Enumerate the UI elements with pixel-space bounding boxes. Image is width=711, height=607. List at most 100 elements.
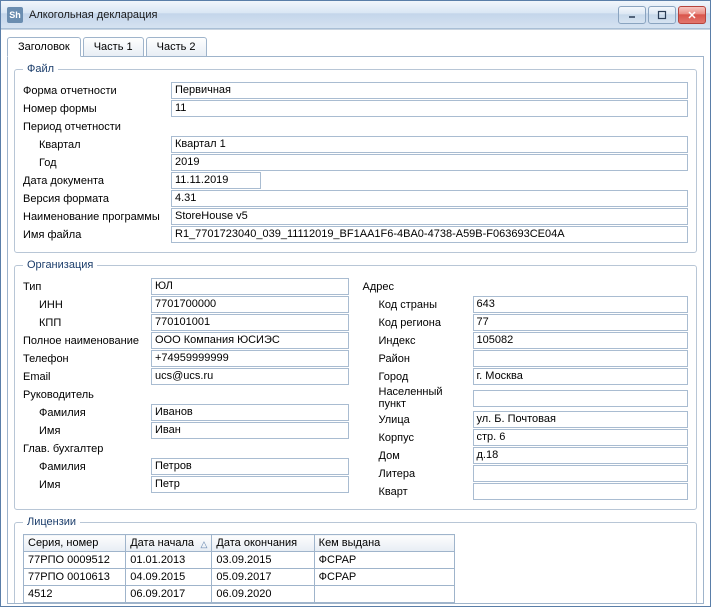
app-icon: Sh — [7, 7, 23, 23]
field-country[interactable]: 643 — [473, 296, 689, 313]
field-inn[interactable]: 7701700000 — [151, 296, 349, 313]
label-accountant: Глав. бухгалтер — [23, 443, 151, 455]
cell-issuer — [314, 586, 454, 603]
tab-panel-header: Файл Форма отчетности Первичная Номер фо… — [7, 56, 704, 604]
cell-start: 01.01.2013 — [126, 552, 212, 569]
table-row[interactable]: 77РПО 0010613 04.09.2015 05.09.2017 ФСРА… — [24, 569, 455, 586]
maximize-button[interactable] — [648, 6, 676, 24]
field-acc-fam[interactable]: Петров — [151, 458, 349, 475]
tab-part2[interactable]: Часть 2 — [146, 37, 207, 57]
col-end[interactable]: Дата окончания — [212, 535, 314, 552]
col-series[interactable]: Серия, номер — [24, 535, 126, 552]
file-group-legend: Файл — [23, 63, 58, 75]
app-window: Sh Алкогольная декларация Заголовок Част… — [0, 0, 711, 607]
label-doc-date: Дата документа — [23, 175, 171, 187]
cell-series: 77РПО 0009512 — [24, 552, 126, 569]
col-start[interactable]: Дата начала △ — [126, 535, 212, 552]
field-file-name[interactable]: R1_7701723040_039_11112019_BF1AA1F6-4BA0… — [171, 226, 688, 243]
cell-end: 06.09.2020 — [212, 586, 314, 603]
sort-asc-icon: △ — [201, 539, 208, 550]
field-type[interactable]: ЮЛ — [151, 278, 349, 295]
label-city: Город — [363, 371, 473, 383]
field-locality[interactable] — [473, 390, 689, 407]
col-issuer[interactable]: Кем выдана — [314, 535, 454, 552]
field-quarter[interactable]: Квартал 1 — [171, 136, 688, 153]
table-header-row: Серия, номер Дата начала △ Дата окончания… — [24, 535, 455, 552]
window-title: Алкогольная декларация — [29, 9, 618, 21]
table-row[interactable]: 77РПО 0009512 01.01.2013 03.09.2015 ФСРА… — [24, 552, 455, 569]
cell-end: 03.09.2015 — [212, 552, 314, 569]
client-area: Заголовок Часть 1 Часть 2 Файл Форма отч… — [1, 29, 710, 606]
label-period: Период отчетности — [23, 121, 171, 133]
cell-issuer: ФСРАР — [314, 552, 454, 569]
licenses-table: Серия, номер Дата начала △ Дата окончания… — [23, 534, 455, 603]
field-full-name[interactable]: ООО Компания ЮСИЭС — [151, 332, 349, 349]
cell-start: 04.09.2015 — [126, 569, 212, 586]
label-district: Район — [363, 353, 473, 365]
field-year[interactable]: 2019 — [171, 154, 688, 171]
label-file-name: Имя файла — [23, 229, 171, 241]
label-index: Индекс — [363, 335, 473, 347]
label-street: Улица — [363, 414, 473, 426]
label-quarter: Квартал — [23, 139, 171, 151]
label-region: Код региона — [363, 317, 473, 329]
label-kvart: Кварт — [363, 486, 473, 498]
cell-series: 4512 — [24, 586, 126, 603]
field-acc-name[interactable]: Петр — [151, 476, 349, 493]
label-format-ver: Версия формата — [23, 193, 171, 205]
cell-start: 06.09.2017 — [126, 586, 212, 603]
lic-group: Лицензии Серия, номер Дата начала△ Дата … — [14, 516, 697, 604]
field-region[interactable]: 77 — [473, 314, 689, 331]
label-head: Руководитель — [23, 389, 151, 401]
file-group: Файл Форма отчетности Первичная Номер фо… — [14, 63, 697, 253]
window-buttons — [618, 6, 706, 24]
field-program-name[interactable]: StoreHouse v5 — [171, 208, 688, 225]
label-house: Дом — [363, 450, 473, 462]
minimize-button[interactable] — [618, 6, 646, 24]
field-house[interactable]: д.18 — [473, 447, 689, 464]
cell-series: 77РПО 0010613 — [24, 569, 126, 586]
field-email[interactable]: ucs@ucs.ru — [151, 368, 349, 385]
table-row[interactable]: 4512 06.09.2017 06.09.2020 — [24, 586, 455, 603]
cell-issuer: ФСРАР — [314, 569, 454, 586]
field-head-name[interactable]: Иван — [151, 422, 349, 439]
tab-header[interactable]: Заголовок — [7, 37, 81, 57]
label-inn: ИНН — [23, 299, 151, 311]
tab-part1[interactable]: Часть 1 — [83, 37, 144, 57]
label-form-number: Номер формы — [23, 103, 171, 115]
field-head-fam[interactable]: Иванов — [151, 404, 349, 421]
label-program-name: Наименование программы — [23, 211, 171, 223]
org-right-column: Адрес Код страны643 Код региона77 Индекс… — [363, 277, 689, 501]
org-group-legend: Организация — [23, 259, 97, 271]
field-form-number[interactable]: 11 — [171, 100, 688, 117]
field-litera[interactable] — [473, 465, 689, 482]
field-phone[interactable]: +74959999999 — [151, 350, 349, 367]
label-litera: Литера — [363, 468, 473, 480]
label-full-name: Полное наименование — [23, 335, 151, 347]
cell-end: 05.09.2017 — [212, 569, 314, 586]
label-phone: Телефон — [23, 353, 151, 365]
label-acc-fam: Фамилия — [23, 461, 151, 473]
label-head-name: Имя — [23, 425, 151, 437]
field-doc-date[interactable]: 11.11.2019 — [171, 172, 261, 189]
titlebar: Sh Алкогольная декларация — [1, 1, 710, 29]
label-year: Год — [23, 157, 171, 169]
label-report-form: Форма отчетности — [23, 85, 171, 97]
field-report-form[interactable]: Первичная — [171, 82, 688, 99]
org-left-column: ТипЮЛ ИНН7701700000 КПП770101001 Полное … — [23, 277, 349, 501]
label-locality: Населенный пункт — [363, 386, 473, 410]
field-format-ver[interactable]: 4.31 — [171, 190, 688, 207]
label-country: Код страны — [363, 299, 473, 311]
label-address: Адрес — [363, 281, 473, 293]
label-kpp: КПП — [23, 317, 151, 329]
field-district[interactable] — [473, 350, 689, 367]
field-city[interactable]: г. Москва — [473, 368, 689, 385]
field-kpp[interactable]: 770101001 — [151, 314, 349, 331]
field-korpus[interactable]: стр. 6 — [473, 429, 689, 446]
field-kvart[interactable] — [473, 483, 689, 500]
col-start-label: Дата начала — [130, 537, 194, 549]
field-street[interactable]: ул. Б. Почтовая — [473, 411, 689, 428]
close-button[interactable] — [678, 6, 706, 24]
label-korpus: Корпус — [363, 432, 473, 444]
field-index[interactable]: 105082 — [473, 332, 689, 349]
